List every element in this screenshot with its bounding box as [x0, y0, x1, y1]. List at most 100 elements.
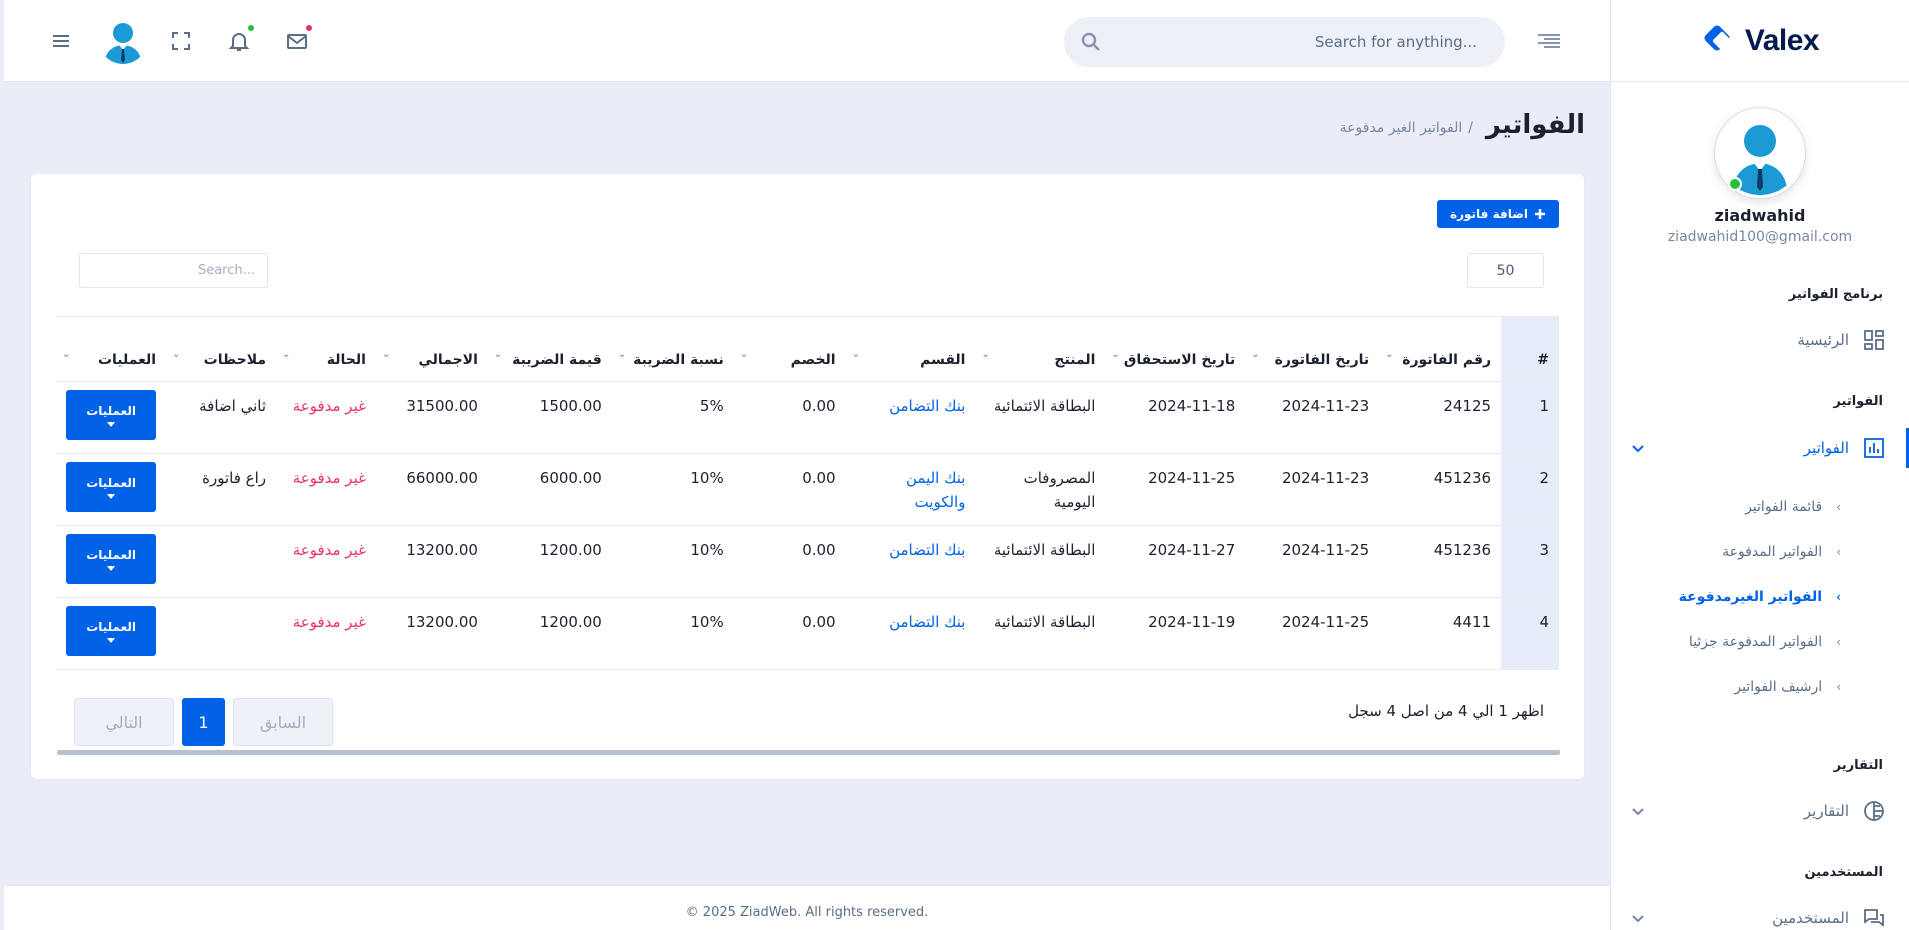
col-operations[interactable]: العمليات ⌄ [56, 316, 167, 382]
table-info: اظهر 1 الي 4 من اصل 4 سجل [1348, 702, 1544, 720]
caret-down-icon [107, 493, 116, 499]
avatar[interactable] [1715, 108, 1805, 198]
sidebar-item-label: المستخدمين [1772, 909, 1849, 927]
caret-down-icon [107, 565, 116, 571]
menu-toggle-button[interactable] [42, 22, 80, 60]
search-icon[interactable] [1080, 31, 1102, 53]
sort-icon: ⌄ [1111, 349, 1120, 360]
operations-dropdown-button[interactable]: العمليات [66, 390, 157, 440]
sort-icon: ⌄ [493, 349, 503, 360]
user-name: ziadwahid [1714, 206, 1806, 225]
operations-dropdown-button[interactable]: العمليات [66, 462, 157, 512]
sidebar-item-users[interactable]: المستخدمين [1610, 898, 1909, 930]
bar-chart-icon [1863, 437, 1885, 459]
copyright-text: © 2025 ZiadWeb. All rights reserved. [685, 905, 929, 920]
status-badge: غير مدفوعة [276, 525, 376, 598]
top-header [4, 0, 1610, 82]
section-link[interactable]: بنك التضامن [845, 525, 976, 598]
sidebar-item-home[interactable]: الرئيسية [1610, 320, 1909, 360]
col-invoice-date[interactable]: تاريخ الفاتورة ⌄ [1245, 316, 1380, 382]
section-link[interactable]: بنك التضامن [845, 597, 976, 670]
breadcrumb: الفواتير الغير مدفوعة / [1340, 120, 1473, 136]
sidebar-item-label: التقارير [1803, 802, 1849, 820]
table-header-row: # رقم الفاتورة ⌄ تاريخ الفاتورة ⌄ تاريخ ال… [56, 316, 1559, 382]
caret-down-icon [107, 637, 116, 643]
user-avatar-icon [104, 23, 142, 64]
col-discount[interactable]: الخصم ⌄ [733, 316, 846, 382]
chevron-left-icon: ‹ [1836, 500, 1841, 514]
align-right-icon [1538, 34, 1560, 48]
header-avatar[interactable] [99, 16, 147, 64]
sidebar-sub-unpaid-invoices[interactable]: الفواتير الغيرمدفوعة ‹ [1610, 580, 1909, 614]
col-invoice-number[interactable]: رقم الفاتورة ⌄ [1379, 316, 1502, 382]
col-due-date[interactable]: تاريخ الاستحقاق ⌄ [1105, 316, 1246, 382]
chevron-left-icon: ‹ [1836, 590, 1841, 604]
caret-down-icon [107, 421, 116, 427]
sidebar-sub-paid-invoices[interactable]: الفواتير المدفوعة ‹ [1610, 535, 1909, 569]
fullscreen-button[interactable] [162, 22, 200, 60]
message-badge [304, 23, 314, 33]
sidebar-toggle-button[interactable] [1530, 22, 1568, 60]
sort-icon: ⌄ [282, 349, 291, 360]
user-email: ziadwahid100@gmail.com [1667, 229, 1853, 245]
col-status[interactable]: الحالة ⌄ [276, 316, 376, 382]
operations-dropdown-button[interactable]: العمليات [66, 606, 157, 656]
sort-icon: ⌄ [62, 349, 71, 360]
section-link[interactable]: بنك اليمن والكويت [845, 453, 976, 526]
sidebar-item-reports[interactable]: التقارير [1610, 791, 1909, 831]
valex-logo-icon [1701, 22, 1739, 60]
add-invoice-label: اضافة فاتورة [1450, 207, 1528, 221]
fullscreen-icon [172, 32, 190, 50]
pagination-next-button[interactable]: التالي [74, 698, 174, 746]
notifications-button[interactable] [220, 22, 258, 60]
bell-icon [228, 33, 250, 51]
sort-icon: ⌄ [1251, 349, 1260, 360]
col-index[interactable]: # [1501, 316, 1559, 382]
search-input[interactable] [1112, 33, 1477, 51]
sidebar-category-reports: التقارير [1833, 758, 1883, 773]
col-tax-rate[interactable]: نسبة الضريبة ⌄ [611, 316, 734, 382]
add-invoice-button[interactable]: اضافة فاتورة [1437, 200, 1559, 228]
status-badge: غير مدفوعة [276, 597, 376, 670]
pie-chart-icon [1863, 800, 1885, 822]
user-profile: ziadwahid ziadwahid100@gmail.com [1611, 82, 1909, 245]
chevron-down-icon [1630, 440, 1646, 456]
chat-icon [1863, 907, 1885, 929]
col-total[interactable]: الاجمالي ⌄ [375, 316, 488, 382]
sidebar-sub-label: ارشيف الفواتير [1734, 679, 1823, 695]
col-notes[interactable]: ملاحظات ⌄ [166, 316, 277, 382]
operations-dropdown-button[interactable]: العمليات [66, 534, 157, 584]
section-link[interactable]: بنك التضامن [845, 381, 976, 454]
table-row: 2 451236 2024-11-23 2024-11-25 المصروفات… [56, 453, 1559, 526]
invoices-table: # رقم الفاتورة ⌄ تاريخ الفاتورة ⌄ تاريخ ال… [56, 316, 1559, 670]
sort-icon: ⌄ [381, 349, 391, 360]
sidebar-category-invoices: الفواتير [1833, 394, 1883, 409]
chevron-left-icon: ‹ [1836, 545, 1841, 559]
page-title: الفواتير [1485, 110, 1585, 140]
horizontal-scrollbar[interactable] [57, 750, 1560, 755]
status-badge: غير مدفوعة [276, 381, 376, 454]
sort-icon: ⌄ [1385, 349, 1394, 360]
sidebar-sub-invoice-archive[interactable]: ارشيف الفواتير ‹ [1610, 670, 1909, 704]
breadcrumb-current: الفواتير الغير مدفوعة [1339, 120, 1463, 136]
col-product[interactable]: المنتج ⌄ [975, 316, 1106, 382]
messages-button[interactable] [278, 22, 316, 60]
sidebar-sub-partial-invoices[interactable]: الفواتير المدفوعة جزئيا ‹ [1610, 625, 1909, 659]
sort-icon: ⌄ [981, 349, 990, 360]
sidebar-sub-label: الفواتير المدفوعة جزئيا [1688, 634, 1823, 650]
sort-icon: ⌄ [172, 349, 181, 360]
col-tax-value[interactable]: قيمة الضريبة ⌄ [487, 316, 612, 382]
col-section[interactable]: القسم ⌄ [845, 316, 976, 382]
chevron-down-icon [1630, 803, 1646, 819]
sidebar-item-invoices[interactable]: الفواتير [1610, 428, 1909, 468]
brand-logo[interactable]: Valex [1611, 0, 1909, 82]
pagination-page-1[interactable]: 1 [182, 698, 225, 746]
table-search-input[interactable] [79, 253, 268, 288]
chevron-down-icon [1630, 910, 1646, 926]
sidebar-item-label: الفواتير [1803, 439, 1849, 457]
plus-icon [1534, 209, 1545, 219]
page-length-input[interactable] [1467, 253, 1544, 288]
chevron-left-icon: ‹ [1836, 680, 1841, 694]
pagination-prev-button[interactable]: السابق [233, 698, 333, 746]
sidebar-sub-invoice-list[interactable]: قائمة الفواتير ‹ [1610, 490, 1909, 524]
